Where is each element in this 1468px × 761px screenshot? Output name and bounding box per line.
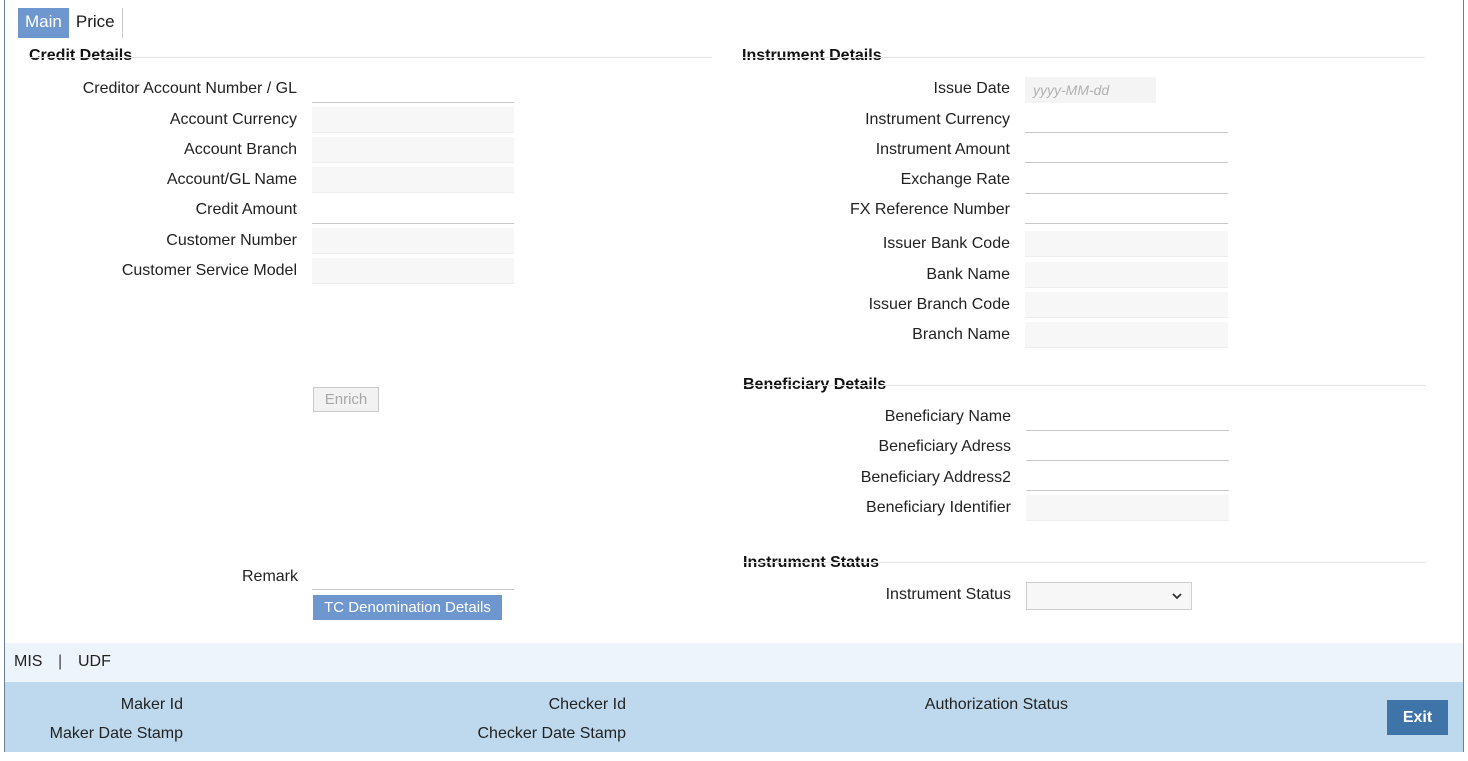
- beneficiary-address2-input[interactable]: [1026, 465, 1229, 491]
- chevron-down-icon: [1172, 593, 1182, 600]
- account-branch-label: Account Branch: [184, 141, 297, 158]
- mis-link[interactable]: MIS: [14, 653, 42, 671]
- beneficiary-address2-label: Beneficiary Address2: [860, 469, 1011, 486]
- account-branch-field: [312, 137, 514, 163]
- bank-name-field: [1025, 262, 1228, 288]
- instrument-currency-label: Instrument Currency: [865, 111, 1010, 128]
- remark-label: Remark: [241, 568, 298, 585]
- exit-button[interactable]: Exit: [1387, 700, 1448, 735]
- mis-udf-bar: MIS | UDF: [5, 643, 1463, 682]
- account-gl-name-label: Account/GL Name: [166, 171, 297, 188]
- fx-reference-number-input[interactable]: [1025, 198, 1228, 224]
- instrument-amount-label: Instrument Amount: [875, 141, 1010, 158]
- issuer-branch-code-field: [1025, 292, 1228, 318]
- instrument-status-divider: [743, 562, 1426, 563]
- customer-service-model-field: [312, 258, 514, 284]
- checker-date-stamp-label: Checker Date Stamp: [477, 725, 626, 742]
- credit-details-title: Credit Details: [29, 47, 133, 64]
- account-currency-label: Account Currency: [169, 111, 297, 128]
- exchange-rate-input[interactable]: [1025, 168, 1228, 194]
- instrument-amount-input[interactable]: [1025, 137, 1228, 163]
- creditor-account-input[interactable]: [312, 77, 514, 103]
- maker-date-stamp-label: Maker Date Stamp: [49, 725, 183, 742]
- audit-bar: Maker Id Maker Date Stamp Checker Id Che…: [5, 682, 1463, 752]
- instrument-details-divider: [742, 57, 1425, 58]
- beneficiary-details-divider: [743, 385, 1426, 386]
- issue-date-input[interactable]: yyyy-MM-dd: [1025, 77, 1156, 103]
- customer-service-model-label: Customer Service Model: [121, 262, 297, 279]
- remark-input[interactable]: [312, 564, 514, 590]
- exchange-rate-label: Exchange Rate: [900, 171, 1010, 188]
- credit-details-divider: [29, 57, 712, 58]
- tab-price[interactable]: Price: [69, 8, 123, 38]
- tab-bar: Main Price: [18, 8, 123, 38]
- udf-link[interactable]: UDF: [78, 653, 111, 671]
- maker-id-label: Maker Id: [120, 696, 183, 713]
- issuer-branch-code-label: Issuer Branch Code: [868, 296, 1010, 313]
- beneficiary-name-input[interactable]: [1026, 405, 1229, 431]
- issue-date-label: Issue Date: [933, 80, 1010, 97]
- instrument-details-title: Instrument Details: [742, 47, 882, 64]
- instrument-status-label: Instrument Status: [885, 586, 1011, 603]
- customer-number-field: [312, 228, 514, 254]
- account-currency-field: [312, 107, 514, 133]
- account-gl-name-field: [312, 167, 514, 193]
- customer-number-label: Customer Number: [166, 232, 297, 249]
- link-separator: |: [58, 653, 63, 670]
- fx-reference-number-label: FX Reference Number: [849, 201, 1010, 218]
- checker-id-label: Checker Id: [548, 696, 626, 713]
- beneficiary-address-label: Beneficiary Adress: [878, 438, 1011, 455]
- beneficiary-identifier-label: Beneficiary Identifier: [866, 499, 1011, 516]
- beneficiary-identifier-field: [1026, 495, 1229, 521]
- branch-name-label: Branch Name: [912, 326, 1010, 343]
- authorization-status-label: Authorization Status: [924, 696, 1068, 713]
- branch-name-field: [1025, 322, 1228, 348]
- credit-amount-input[interactable]: [312, 198, 514, 224]
- instrument-status-title: Instrument Status: [743, 554, 880, 571]
- beneficiary-address-input[interactable]: [1026, 435, 1229, 461]
- bank-name-label: Bank Name: [926, 266, 1010, 283]
- instrument-status-select[interactable]: [1026, 582, 1192, 610]
- instrument-currency-input[interactable]: [1025, 107, 1228, 133]
- credit-amount-label: Credit Amount: [195, 201, 297, 218]
- creditor-account-label: Creditor Account Number / GL: [82, 80, 297, 97]
- issuer-bank-code-label: Issuer Bank Code: [882, 235, 1010, 252]
- enrich-button[interactable]: Enrich: [313, 387, 379, 412]
- issuer-bank-code-field: [1025, 231, 1228, 257]
- tab-main[interactable]: Main: [18, 8, 69, 38]
- tc-denomination-details-button[interactable]: TC Denomination Details: [313, 595, 502, 620]
- beneficiary-name-label: Beneficiary Name: [884, 408, 1011, 425]
